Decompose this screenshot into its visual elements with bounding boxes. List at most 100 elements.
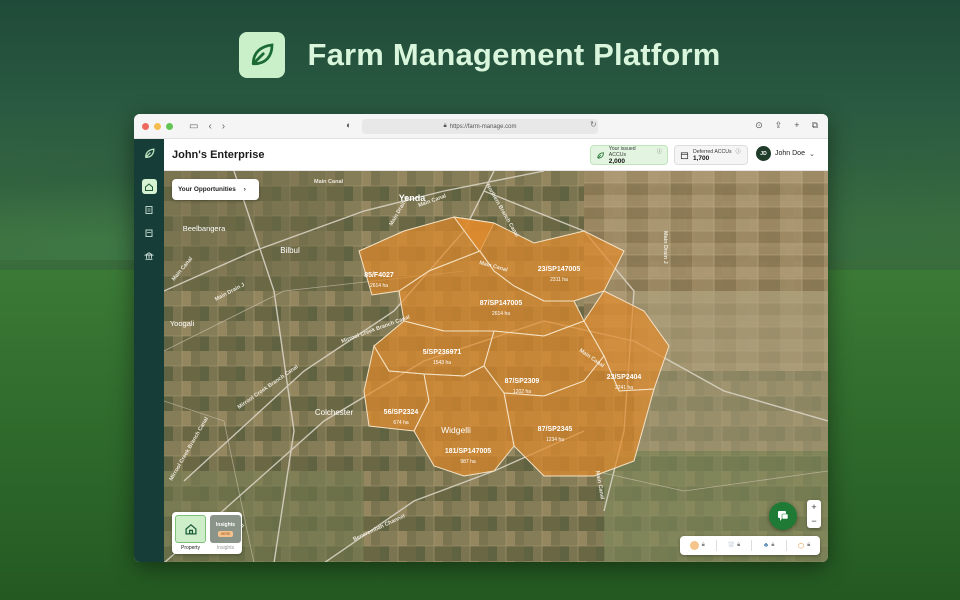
promo-header: Farm Management Platform xyxy=(0,32,960,78)
shield-icon[interactable]: ◐ xyxy=(346,120,351,130)
lock-icon: 🔒︎ xyxy=(443,123,447,129)
parcel-lot-label: 87/SP147005 xyxy=(480,300,523,307)
town-label: Colchester xyxy=(315,408,354,417)
sidebar-toggle-icon[interactable]: ▭ xyxy=(189,121,198,132)
info-icon[interactable]: ⓘ xyxy=(736,148,741,155)
deferred-accus-card[interactable]: Deferred ACCUs 1,700 ⓘ xyxy=(674,145,748,165)
app-logo-icon[interactable] xyxy=(143,147,156,165)
app-header: John's Enterprise Your issued ACCUs 2,00… xyxy=(164,139,828,171)
road-label: Main Canal xyxy=(314,179,344,185)
chevron-down-icon: ⌄ xyxy=(808,150,815,158)
parcel-lot-label: 87/SP2345 xyxy=(538,426,573,433)
parcel-lot-label: 5/SP236971 xyxy=(423,349,462,356)
insights-badge: HERE xyxy=(217,530,234,537)
lock-icon: 🔒︎ xyxy=(736,542,741,548)
parcel-area-label: 1543 ha xyxy=(433,360,451,366)
user-menu[interactable]: JD John Doe ⌄ xyxy=(756,146,815,161)
town-label: Bilbul xyxy=(280,246,300,255)
layer-property[interactable]: Property xyxy=(175,515,206,551)
layer-switcher: Property Insights HERE Insights xyxy=(172,512,242,554)
zoom-control: + − xyxy=(807,500,821,528)
forward-icon[interactable]: › xyxy=(222,121,225,132)
leaf-logo-icon xyxy=(239,32,286,78)
sidebar-records-button[interactable] xyxy=(142,225,157,240)
map-tools-bar: 🔒︎ ⛆ 🔒︎ ♣ 🔒︎ ⬡ 🔒︎ xyxy=(680,536,820,555)
lock-icon: 🔒︎ xyxy=(807,542,811,548)
lock-icon: 🔒︎ xyxy=(771,542,775,548)
lock-icon: 🔒︎ xyxy=(701,542,705,548)
minimize-window-button[interactable] xyxy=(154,122,161,130)
download-icon[interactable]: ⊙ xyxy=(755,120,763,131)
url-text: https://farm-manage.com xyxy=(449,123,517,130)
water-icon: ⛆ xyxy=(728,541,734,549)
zoom-out-button[interactable]: − xyxy=(811,514,816,528)
parcel-area-label: 674 ha xyxy=(393,420,409,426)
deferred-accus-value: 1,700 xyxy=(693,154,710,162)
new-tab-icon[interactable]: + xyxy=(794,120,799,131)
zoom-in-button[interactable]: + xyxy=(811,500,816,514)
parcel-lot-label: 87/SP2309 xyxy=(505,378,540,385)
parcel-area-label: 987 ha xyxy=(460,459,476,465)
town-label: Widgelli xyxy=(441,425,471,435)
user-name: John Doe xyxy=(775,150,805,157)
shield-leaf-icon: ⬡ xyxy=(798,542,805,550)
browser-toolbar: ▭ ‹ › ◐ 🔒︎ https://farm-manage.com ↻ ⊙ ⇪… xyxy=(134,114,828,139)
satellite-map[interactable]: Yenda Beelbangera Bilbul Yoogali Colches… xyxy=(164,171,828,562)
avatar: JD xyxy=(756,146,771,161)
sidebar-bank-button[interactable] xyxy=(142,248,157,263)
parcel-area-label: 2614 ha xyxy=(492,311,510,317)
town-label: Yoogali xyxy=(170,319,195,328)
home-icon xyxy=(145,182,153,191)
reload-icon[interactable]: ↻ xyxy=(590,120,597,129)
parcel-area-label: 1234 ha xyxy=(546,437,564,443)
chat-button[interactable] xyxy=(769,502,797,530)
parcel-area-label: 2311 ha xyxy=(550,277,568,283)
parcel-lot-label: 23/SP147005 xyxy=(538,266,581,273)
sidebar-home-button[interactable] xyxy=(141,179,157,194)
parcel-area-label: 2241 ha xyxy=(615,385,633,391)
tree-icon: ♣ xyxy=(763,542,769,549)
browser-window: ▭ ‹ › ◐ 🔒︎ https://farm-manage.com ↻ ⊙ ⇪… xyxy=(134,114,828,562)
chat-icon xyxy=(778,511,789,521)
parcel-lot-label: 56/SP2324 xyxy=(384,409,419,416)
sidebar xyxy=(134,139,164,562)
parcel-area-label: 2614 ha xyxy=(370,283,388,289)
share-icon[interactable]: ⇪ xyxy=(775,120,783,131)
document-icon xyxy=(145,205,153,214)
deferred-accus-label: Deferred ACCUs xyxy=(693,148,732,155)
home-icon xyxy=(184,523,197,535)
sidebar-reports-button[interactable] xyxy=(142,202,157,217)
parcel-lot-label: 85/F4027 xyxy=(364,272,394,279)
issued-accus-label: Your issued ACCUs xyxy=(608,145,636,158)
issued-accus-value: 2,000 xyxy=(608,157,626,165)
town-label: Beelbangera xyxy=(183,224,226,233)
back-icon[interactable]: ‹ xyxy=(208,121,211,132)
promo-title: Farm Management Platform xyxy=(307,37,721,72)
chevron-right-icon: › xyxy=(243,186,246,193)
road-label: Main Drain J xyxy=(662,231,668,264)
tool-biodiversity[interactable]: ⬡ 🔒︎ xyxy=(798,542,810,550)
layer-insights[interactable]: Insights HERE Insights xyxy=(210,515,241,551)
parcel-lot-label: 23/SP2404 xyxy=(607,374,642,381)
address-bar[interactable]: 🔒︎ https://farm-manage.com xyxy=(362,119,598,134)
app: John's Enterprise Your issued ACCUs 2,00… xyxy=(134,139,828,562)
your-opportunities-button[interactable]: Your Opportunities › xyxy=(172,179,259,200)
info-icon[interactable]: ⓘ xyxy=(657,148,662,155)
layer-label: Insights xyxy=(216,545,235,551)
tabs-overview-icon[interactable]: ⧉ xyxy=(812,120,818,131)
coin-icon xyxy=(689,541,699,550)
issued-accus-card[interactable]: Your issued ACCUs 2,000 ⓘ xyxy=(590,145,668,165)
close-window-button[interactable] xyxy=(142,122,149,130)
calendar-icon xyxy=(680,151,689,159)
leaf-icon xyxy=(597,151,604,159)
tool-vegetation[interactable]: ♣ 🔒︎ xyxy=(764,542,775,549)
tool-carbon[interactable]: 🔒︎ xyxy=(689,541,705,550)
tool-water[interactable]: ⛆ 🔒︎ xyxy=(728,542,740,550)
parcel-area-label: 1202 ha xyxy=(513,389,531,395)
layer-label: Property xyxy=(181,545,200,551)
enterprise-title: John's Enterprise xyxy=(172,148,265,161)
clipboard-icon xyxy=(145,229,153,237)
maximize-window-button[interactable] xyxy=(166,122,173,130)
insights-thumb-title: Insights xyxy=(215,521,236,528)
bank-icon xyxy=(144,251,154,260)
